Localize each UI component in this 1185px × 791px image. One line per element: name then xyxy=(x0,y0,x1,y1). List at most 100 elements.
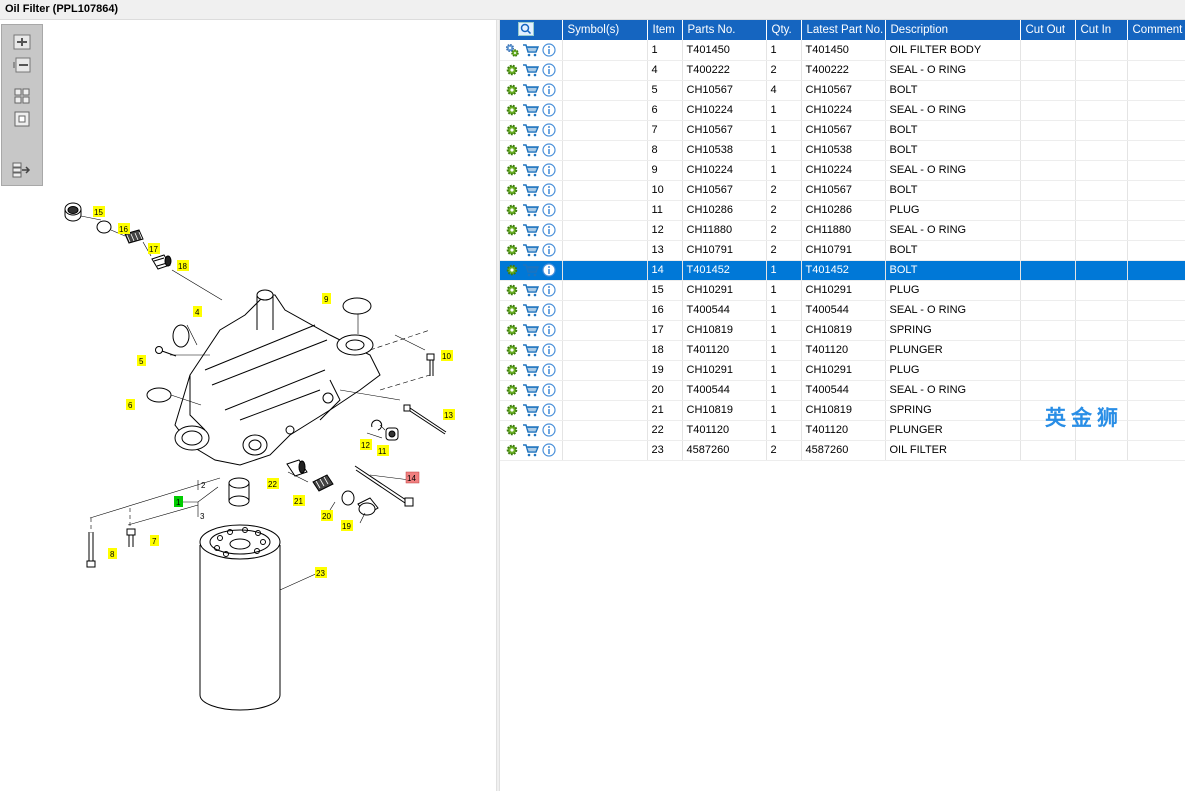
gear-icon[interactable] xyxy=(505,143,519,157)
gear-icon[interactable] xyxy=(505,183,519,197)
assembly-gears-icon[interactable] xyxy=(505,43,519,57)
info-icon[interactable] xyxy=(542,403,556,417)
gear-icon[interactable] xyxy=(505,223,519,237)
cart-icon[interactable] xyxy=(522,283,539,297)
row-actions xyxy=(500,80,563,101)
gear-icon[interactable] xyxy=(505,103,519,117)
table-row[interactable]: 13 CH10791 2 CH10791 BOLT xyxy=(500,240,1185,261)
gear-icon[interactable] xyxy=(505,363,519,377)
cart-icon[interactable] xyxy=(522,123,539,137)
cart-icon[interactable] xyxy=(522,423,539,437)
diagram-pane[interactable]: 15 16 17 18 4 5 9 10 6 13 12 11 14 22 21… xyxy=(0,20,496,791)
table-row[interactable]: 1 T401450 1 T401450 OIL FILTER BODY xyxy=(500,40,1185,61)
cart-icon[interactable] xyxy=(522,43,539,57)
info-icon[interactable] xyxy=(542,343,556,357)
table-row[interactable]: 15 CH10291 1 CH10291 PLUG xyxy=(500,280,1185,301)
gear-icon[interactable] xyxy=(505,263,519,277)
table-row[interactable]: 4 T400222 2 T400222 SEAL - O RING xyxy=(500,60,1185,81)
column-header-latest-part-no[interactable]: Latest Part No. xyxy=(801,20,886,40)
gear-icon[interactable] xyxy=(505,383,519,397)
info-icon[interactable] xyxy=(542,123,556,137)
cart-icon[interactable] xyxy=(522,263,539,277)
info-icon[interactable] xyxy=(542,383,556,397)
info-icon[interactable] xyxy=(542,363,556,377)
gear-icon[interactable] xyxy=(505,343,519,357)
cart-icon[interactable] xyxy=(522,163,539,177)
table-row[interactable]: 7 CH10567 1 CH10567 BOLT xyxy=(500,120,1185,141)
table-row[interactable]: 11 CH10286 2 CH10286 PLUG xyxy=(500,200,1185,221)
info-icon[interactable] xyxy=(542,183,556,197)
cart-icon[interactable] xyxy=(522,303,539,317)
table-row[interactable]: 8 CH10538 1 CH10538 BOLT xyxy=(500,140,1185,161)
info-icon[interactable] xyxy=(542,143,556,157)
info-icon[interactable] xyxy=(542,223,556,237)
table-row[interactable]: 9 CH10224 1 CH10224 SEAL - O RING xyxy=(500,160,1185,181)
cart-icon[interactable] xyxy=(522,183,539,197)
info-icon[interactable] xyxy=(542,323,556,337)
column-header-description[interactable]: Description xyxy=(885,20,1021,40)
info-icon[interactable] xyxy=(542,263,556,277)
gear-icon[interactable] xyxy=(505,303,519,317)
cart-icon[interactable] xyxy=(522,83,539,97)
info-icon[interactable] xyxy=(542,283,556,297)
info-icon[interactable] xyxy=(542,43,556,57)
gear-icon[interactable] xyxy=(505,203,519,217)
cell-qty: 1 xyxy=(766,260,802,281)
gear-icon[interactable] xyxy=(505,163,519,177)
column-header-item[interactable]: Item xyxy=(647,20,683,40)
gear-icon[interactable] xyxy=(505,403,519,417)
column-header-cut-in[interactable]: Cut In xyxy=(1075,20,1128,40)
gear-icon[interactable] xyxy=(505,283,519,297)
table-row[interactable]: 5 CH10567 4 CH10567 BOLT xyxy=(500,80,1185,101)
info-icon[interactable] xyxy=(542,163,556,177)
cart-icon[interactable] xyxy=(522,103,539,117)
gear-icon[interactable] xyxy=(505,443,519,457)
table-row[interactable]: 23 4587260 2 4587260 OIL FILTER xyxy=(500,440,1185,461)
cell-description: BOLT xyxy=(885,120,1021,141)
info-icon[interactable] xyxy=(542,63,556,77)
table-row[interactable]: 19 CH10291 1 CH10291 PLUG xyxy=(500,360,1185,381)
info-icon[interactable] xyxy=(542,203,556,217)
gear-icon[interactable] xyxy=(505,243,519,257)
cart-icon[interactable] xyxy=(522,243,539,257)
cart-icon[interactable] xyxy=(522,203,539,217)
info-icon[interactable] xyxy=(542,423,556,437)
cell-latest-part-no: T401120 xyxy=(801,340,886,361)
table-row[interactable]: 18 T401120 1 T401120 PLUNGER xyxy=(500,340,1185,361)
row-actions xyxy=(500,320,563,341)
cart-icon[interactable] xyxy=(522,443,539,457)
info-icon[interactable] xyxy=(542,103,556,117)
table-row[interactable]: 10 CH10567 2 CH10567 BOLT xyxy=(500,180,1185,201)
info-icon[interactable] xyxy=(542,303,556,317)
column-header-cut-out[interactable]: Cut Out xyxy=(1020,20,1076,40)
gear-icon[interactable] xyxy=(505,83,519,97)
gear-icon[interactable] xyxy=(505,423,519,437)
gear-icon[interactable] xyxy=(505,123,519,137)
info-icon[interactable] xyxy=(542,443,556,457)
cart-icon[interactable] xyxy=(522,63,539,77)
info-icon[interactable] xyxy=(542,83,556,97)
cart-icon[interactable] xyxy=(522,143,539,157)
cart-icon[interactable] xyxy=(522,403,539,417)
gear-icon[interactable] xyxy=(505,63,519,77)
cell-item: 7 xyxy=(647,120,683,141)
table-row[interactable]: 14 T401452 1 T401452 BOLT xyxy=(500,260,1185,281)
table-row[interactable]: 16 T400544 1 T400544 SEAL - O RING xyxy=(500,300,1185,321)
column-header-qty[interactable]: Qty. xyxy=(766,20,802,40)
table-row[interactable]: 6 CH10224 1 CH10224 SEAL - O RING xyxy=(500,100,1185,121)
column-header-symbols[interactable]: Symbol(s) xyxy=(562,20,648,40)
column-header-comment[interactable]: Comment xyxy=(1127,20,1185,40)
cart-icon[interactable] xyxy=(522,363,539,377)
gear-icon[interactable] xyxy=(505,323,519,337)
column-header-filter[interactable] xyxy=(500,20,563,40)
cell-item: 4 xyxy=(647,60,683,81)
info-icon[interactable] xyxy=(542,243,556,257)
cart-icon[interactable] xyxy=(522,383,539,397)
cart-icon[interactable] xyxy=(522,323,539,337)
table-row[interactable]: 17 CH10819 1 CH10819 SPRING xyxy=(500,320,1185,341)
cart-icon[interactable] xyxy=(522,223,539,237)
cart-icon[interactable] xyxy=(522,343,539,357)
table-row[interactable]: 20 T400544 1 T400544 SEAL - O RING xyxy=(500,380,1185,401)
column-header-parts-no[interactable]: Parts No. xyxy=(682,20,767,40)
table-row[interactable]: 12 CH11880 2 CH11880 SEAL - O RING xyxy=(500,220,1185,241)
